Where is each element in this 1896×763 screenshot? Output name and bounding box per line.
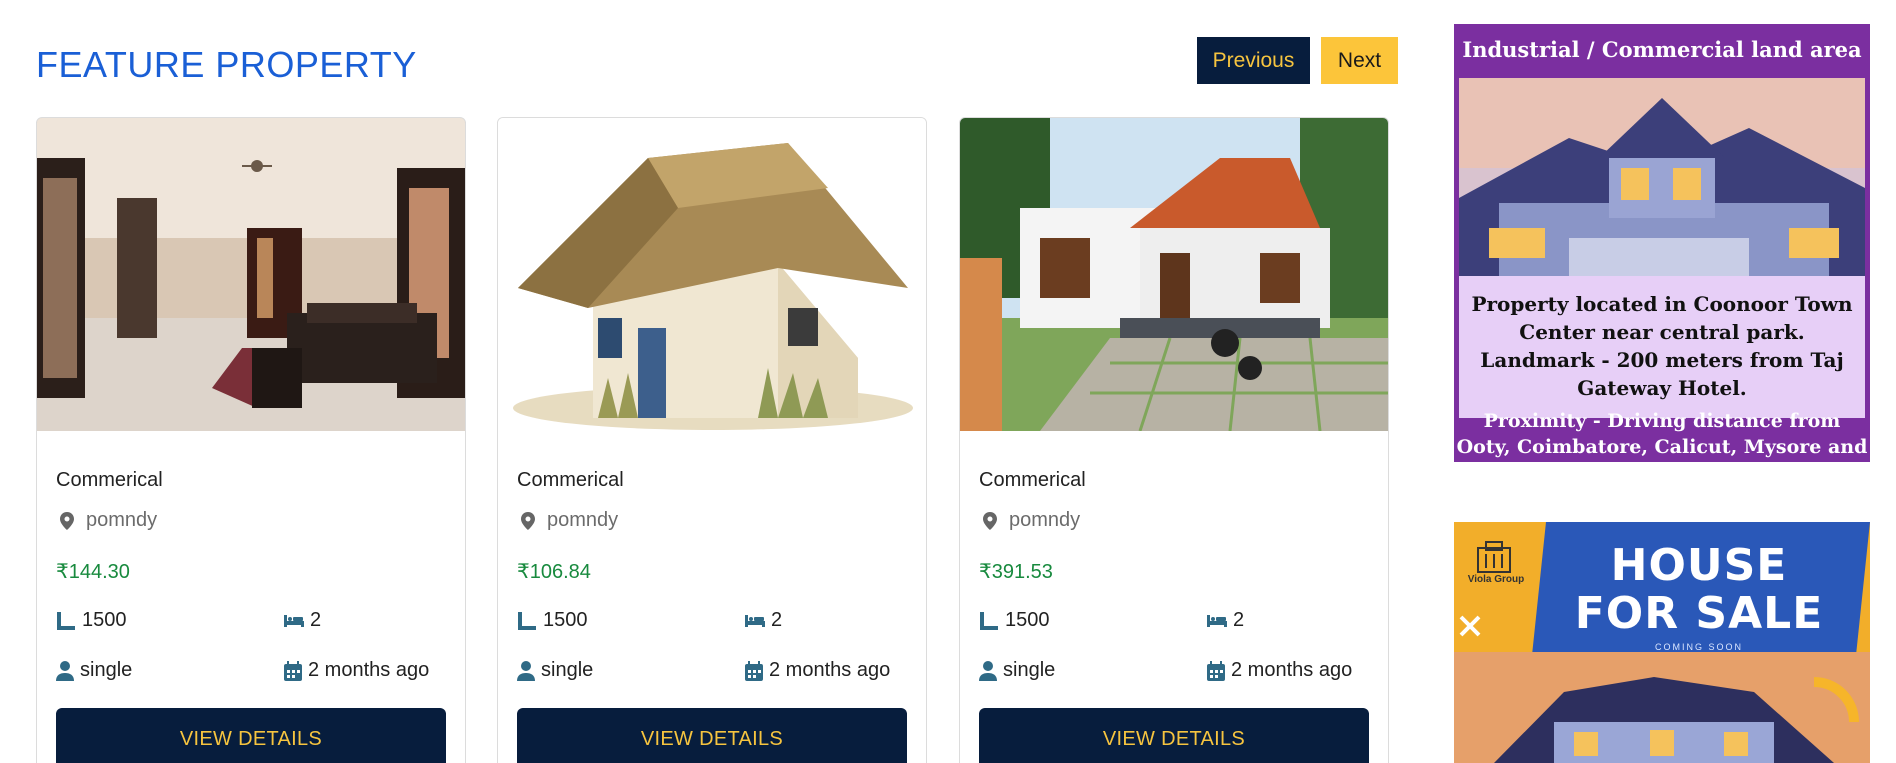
posted-feature: 2 months ago xyxy=(284,659,429,682)
property-photo-villa[interactable] xyxy=(960,118,1388,431)
advertisement-house-for-sale[interactable]: Viola Group HOUSE FOR SALE COMING SOON xyxy=(1454,522,1870,763)
occupancy-value: single xyxy=(1003,659,1056,681)
map-pin-icon xyxy=(983,511,997,530)
beds-feature: 2 xyxy=(745,609,782,632)
section-title: FEATURE PROPERTY xyxy=(36,44,417,85)
area-feature: 1500 xyxy=(517,609,588,632)
ad-title: Industrial / Commercial land area xyxy=(1462,37,1862,62)
calendar-icon xyxy=(284,660,302,681)
ad-headline: HOUSE FOR SALE xyxy=(1549,542,1849,638)
occupancy-value: single xyxy=(541,659,594,681)
property-location: pomndy xyxy=(517,509,618,532)
calendar-icon xyxy=(745,660,763,681)
view-details-button[interactable]: VIEW DETAILS xyxy=(979,708,1369,763)
view-details-button[interactable]: VIEW DETAILS xyxy=(517,708,907,763)
area-feature: 1500 xyxy=(979,609,1050,632)
property-card: Commerical pomndy ₹106.84 1500 2 single … xyxy=(497,117,927,763)
property-card: Commerical pomndy ₹391.53 1500 2 single … xyxy=(959,117,1389,763)
next-button[interactable]: Next xyxy=(1321,37,1398,84)
posted-value: 2 months ago xyxy=(308,659,430,681)
posted-feature: 2 months ago xyxy=(745,659,890,682)
advertisement-land[interactable]: Industrial / Commercial land area Proper… xyxy=(1454,24,1870,462)
building-logo-icon xyxy=(1477,541,1511,573)
property-photo-hut[interactable] xyxy=(498,118,926,431)
property-location: pomndy xyxy=(56,509,157,532)
posted-value: 2 months ago xyxy=(1231,659,1353,681)
occupancy-feature: single xyxy=(979,659,1055,682)
property-price: ₹391.53 xyxy=(979,561,1053,583)
area-value: 1500 xyxy=(82,609,127,631)
property-type: Commerical xyxy=(56,469,163,491)
property-location: pomndy xyxy=(979,509,1080,532)
user-icon xyxy=(56,660,74,681)
beds-feature: 2 xyxy=(284,609,321,632)
property-card: Commerical pomndy ₹144.30 1500 2 single … xyxy=(36,117,466,763)
bed-icon xyxy=(745,614,765,627)
property-photo-interior[interactable] xyxy=(37,118,465,431)
ad-house-illustration xyxy=(1459,78,1865,276)
user-icon xyxy=(979,660,997,681)
user-icon xyxy=(517,660,535,681)
ad-proximity: Proximity - Driving distance from Ooty, … xyxy=(1456,410,1868,458)
property-price: ₹106.84 xyxy=(517,561,591,583)
area-value: 1500 xyxy=(543,609,588,631)
map-pin-icon xyxy=(60,511,74,530)
location-text: pomndy xyxy=(86,509,158,531)
bed-icon xyxy=(284,614,304,627)
property-price: ₹144.30 xyxy=(56,561,130,583)
posted-value: 2 months ago xyxy=(769,659,891,681)
map-pin-icon xyxy=(521,511,535,530)
ad-subline: COMING SOON xyxy=(1654,642,1743,652)
occupancy-feature: single xyxy=(517,659,593,682)
area-feature: 1500 xyxy=(56,609,127,632)
beds-feature: 2 xyxy=(1207,609,1244,632)
beds-value: 2 xyxy=(310,609,322,631)
ruler-icon xyxy=(518,611,536,630)
beds-value: 2 xyxy=(1233,609,1245,631)
ad-house-photo xyxy=(1454,652,1870,763)
ad-description: Property located in Coonoor Town Center … xyxy=(1459,276,1865,418)
posted-feature: 2 months ago xyxy=(1207,659,1352,682)
occupancy-feature: single xyxy=(56,659,132,682)
property-type: Commerical xyxy=(979,469,1086,491)
beds-value: 2 xyxy=(771,609,783,631)
occupancy-value: single xyxy=(80,659,133,681)
calendar-icon xyxy=(1207,660,1225,681)
feature-property-page: FEATURE PROPERTY Previous Next Commerica… xyxy=(0,0,1896,763)
previous-button[interactable]: Previous xyxy=(1197,37,1310,84)
area-value: 1500 xyxy=(1005,609,1050,631)
location-text: pomndy xyxy=(547,509,619,531)
location-text: pomndy xyxy=(1009,509,1081,531)
view-details-button[interactable]: VIEW DETAILS xyxy=(56,708,446,763)
bed-icon xyxy=(1207,614,1227,627)
ad-headline-line1: HOUSE xyxy=(1610,540,1788,591)
ruler-icon xyxy=(980,611,998,630)
ad-brand: Viola Group xyxy=(1467,574,1525,585)
property-type: Commerical xyxy=(517,469,624,491)
ruler-icon xyxy=(57,611,75,630)
close-x-icon xyxy=(1459,615,1481,637)
ad-headline-line2: FOR SALE xyxy=(1574,588,1824,639)
